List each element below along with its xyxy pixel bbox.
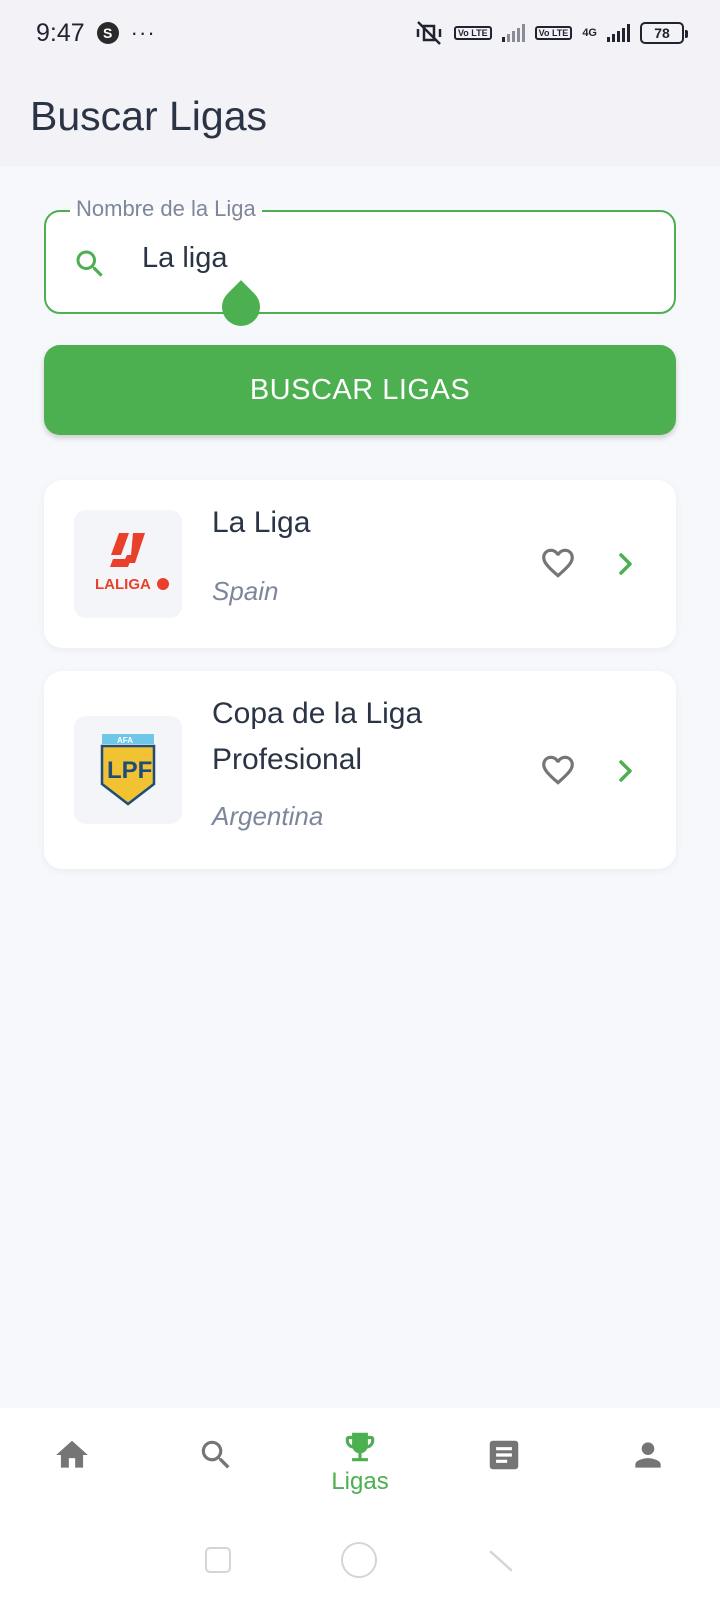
volte-1-icon: Vo LTE xyxy=(453,26,492,40)
text-cursor-handle[interactable] xyxy=(214,280,268,334)
article-icon xyxy=(489,1440,519,1470)
league-country: Argentina xyxy=(212,801,324,831)
league-logo: AFA LPF xyxy=(74,716,182,824)
lpf-logo-icon: AFA LPF xyxy=(100,734,156,806)
league-name: Copa de la Liga Profesional xyxy=(212,697,423,776)
home-icon xyxy=(56,1440,88,1468)
league-name: La Liga xyxy=(212,506,311,539)
nav-profile[interactable] xyxy=(576,1436,720,1474)
status-left: 9:47 S ··· xyxy=(36,19,156,48)
heart-outline-icon[interactable] xyxy=(538,544,578,582)
search-input[interactable]: La liga xyxy=(142,242,227,275)
svg-text:LPF: LPF xyxy=(107,757,152,784)
network-type: 4G xyxy=(582,27,597,39)
nav-leagues[interactable]: Ligas xyxy=(288,1428,432,1496)
app-bar: Buscar Ligas xyxy=(0,66,720,166)
chevron-right-icon[interactable] xyxy=(614,550,638,578)
heart-outline-icon[interactable] xyxy=(538,751,578,789)
nav-label-leagues: Ligas xyxy=(331,1468,389,1495)
league-search-field[interactable]: Nombre de la Liga La liga xyxy=(44,196,676,334)
battery-icon: 78 xyxy=(640,22,688,44)
person-icon xyxy=(635,1442,661,1468)
nav-search[interactable] xyxy=(144,1436,288,1474)
nav-news[interactable] xyxy=(432,1436,576,1474)
league-card[interactable]: LALIGA La Liga Spain xyxy=(44,480,676,648)
league-card[interactable]: AFA LPF Copa de la Liga Profesional Arge… xyxy=(44,671,676,869)
status-bar: 9:47 S ··· Vo LTE Vo LTE 4G 78 xyxy=(0,0,720,66)
home-button[interactable] xyxy=(341,1542,377,1578)
svg-text:LALIGA: LALIGA xyxy=(95,576,151,593)
system-navigation-bar xyxy=(0,1520,720,1600)
league-country: Spain xyxy=(212,576,279,606)
search-icon xyxy=(201,1440,230,1469)
laliga-logo-icon: LALIGA xyxy=(95,533,169,593)
recent-apps-button[interactable] xyxy=(205,1547,231,1573)
status-right: Vo LTE Vo LTE 4G 78 xyxy=(414,20,688,46)
more-notifications-icon: ··· xyxy=(130,20,156,45)
signal-1-icon xyxy=(501,24,525,42)
status-time: 9:47 xyxy=(36,18,85,47)
chevron-right-icon[interactable] xyxy=(614,757,638,785)
bottom-navigation: Ligas xyxy=(0,1408,720,1520)
search-leagues-button[interactable]: BUSCAR LIGAS xyxy=(44,345,676,435)
mute-vibrate-icon xyxy=(416,21,442,45)
back-button[interactable] xyxy=(487,1546,515,1574)
league-logo: LALIGA xyxy=(74,510,182,618)
search-icon xyxy=(76,250,103,277)
volte-2-icon: Vo LTE xyxy=(534,26,573,40)
trophy-icon xyxy=(345,1432,375,1462)
page-title: Buscar Ligas xyxy=(30,92,268,139)
app-notification-icon: S xyxy=(96,22,119,44)
nav-home[interactable] xyxy=(0,1436,144,1474)
signal-2-icon xyxy=(607,24,630,42)
search-field-label: Nombre de la Liga xyxy=(70,196,262,222)
svg-text:AFA: AFA xyxy=(117,736,133,745)
